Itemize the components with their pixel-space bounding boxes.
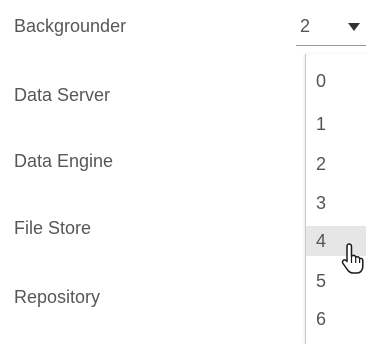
option-label: 2: [316, 154, 327, 174]
select-underline: [296, 45, 366, 46]
option-label: 1: [316, 114, 327, 134]
option-label: 6: [316, 309, 327, 329]
row-label-data-server: Data Server: [14, 85, 111, 105]
pointer-cursor-icon: [341, 243, 364, 274]
row-label-backgrounder: Backgrounder: [14, 16, 127, 36]
chevron-down-icon[interactable]: [348, 23, 360, 31]
dropdown-option-0[interactable]: 0: [306, 66, 366, 96]
dropdown-option-3[interactable]: 3: [306, 188, 366, 218]
row-label-repository: Repository: [14, 287, 101, 307]
option-label: 5: [316, 271, 327, 291]
dropdown-menu: 0 1 2 3 4 5 6: [305, 54, 366, 344]
backgrounder-count-select[interactable]: 2: [296, 8, 366, 48]
row-label-data-engine: Data Engine: [14, 151, 114, 171]
dropdown-option-1[interactable]: 1: [306, 109, 366, 139]
row-label-file-store: File Store: [14, 218, 92, 238]
option-label: 4: [316, 231, 327, 251]
option-label: 3: [316, 193, 327, 213]
dropdown-option-2[interactable]: 2: [306, 149, 366, 179]
option-label: 0: [316, 71, 327, 91]
select-current-value: 2: [300, 16, 311, 36]
dropdown-option-6[interactable]: 6: [306, 304, 366, 334]
